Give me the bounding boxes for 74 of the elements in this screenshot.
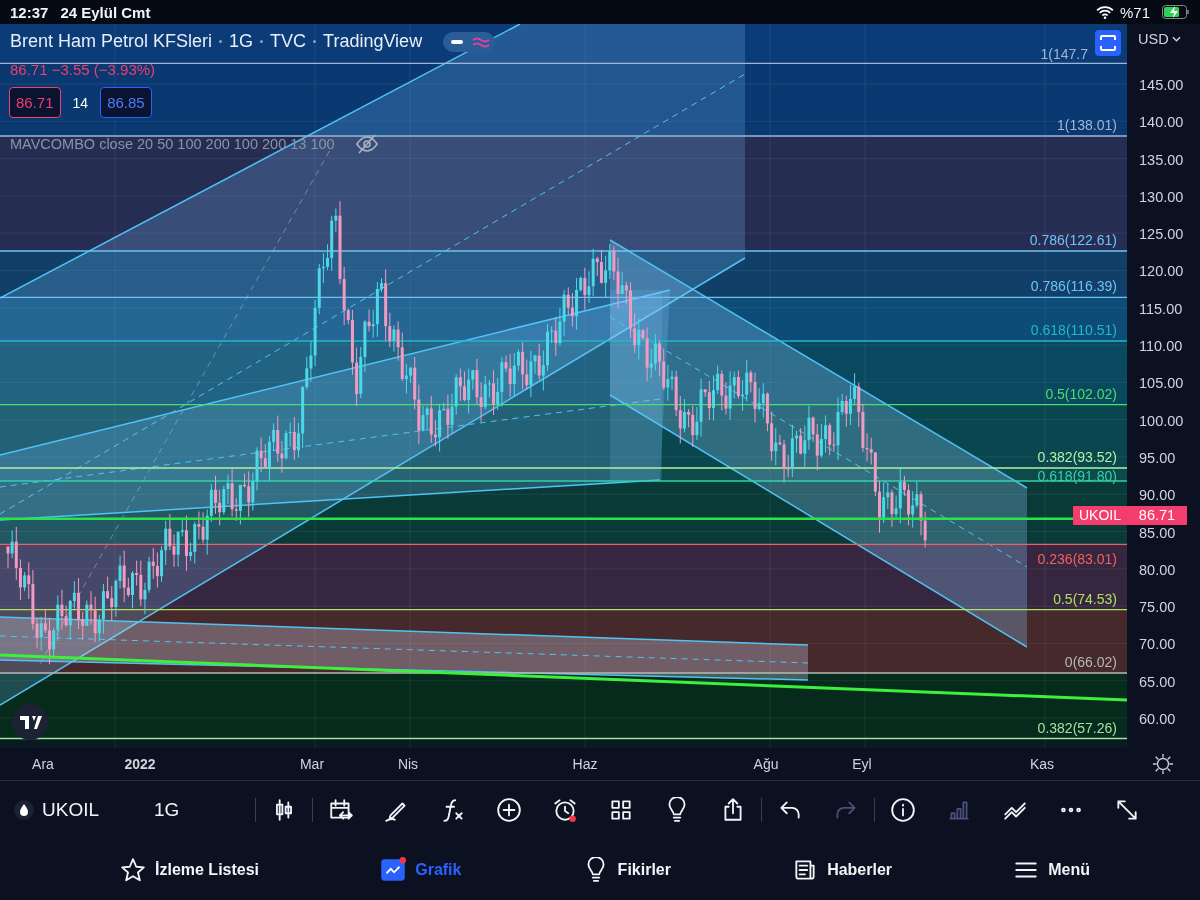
spread-value: 14	[72, 94, 89, 111]
grid-icon[interactable]	[608, 797, 634, 823]
status-time: 12:37	[10, 3, 49, 21]
chart-title: 1G	[229, 31, 254, 52]
price-tick: 70.00	[1139, 636, 1176, 653]
chart-icon	[380, 856, 407, 883]
interval-button[interactable]: 1G	[154, 799, 180, 821]
expand-icon[interactable]	[1114, 797, 1140, 823]
fullscreen-button[interactable]	[1095, 30, 1121, 56]
fib-label: 0.618(91.80)	[1037, 468, 1117, 484]
price-tick: 110.00	[1139, 338, 1183, 355]
nav-tab[interactable]: Grafik	[380, 856, 462, 883]
eye-icon[interactable]	[354, 132, 379, 156]
time-label: Kas	[1029, 756, 1055, 772]
alarm-clock-icon[interactable]	[552, 797, 578, 823]
fib-label: 1(147.7	[1040, 46, 1088, 63]
fib-label: 0.236(83.01)	[1037, 551, 1117, 568]
sell-price[interactable]: 86.71	[9, 87, 61, 118]
status-date: 24 Eylül Cmt	[60, 3, 151, 21]
fib-label: 0.786(122.61)	[1029, 232, 1117, 248]
time-label: Eyl	[852, 756, 872, 772]
plus-icon[interactable]	[496, 797, 522, 823]
price-tick: 95.00	[1139, 449, 1176, 466]
price-tick: 80.00	[1139, 561, 1176, 578]
price-tick: 145.00	[1139, 77, 1184, 93]
fib-label: 0(66.02)	[1064, 654, 1117, 670]
price-tick: 135.00	[1139, 151, 1184, 168]
price-tick: 105.00	[1139, 375, 1184, 392]
indicator-label: MAVCOMBO close 20 50 100 200 100 200 13 100	[10, 136, 335, 152]
nav-tab[interactable]: İzleme Listesi	[120, 856, 260, 883]
nav-tab[interactable]: Fikirler	[582, 856, 671, 883]
fib-label: 0.5(74.53)	[1053, 590, 1117, 607]
info-icon[interactable]	[890, 797, 916, 823]
nav-tab[interactable]: Haberler	[792, 856, 893, 883]
time-label: 2022	[124, 756, 156, 772]
chart-title: Brent Ham Petrol KFSleri	[10, 31, 213, 52]
calendar-icon[interactable]	[328, 797, 354, 823]
caret-icon	[1171, 36, 1181, 42]
price-tick: 140.00	[1139, 114, 1184, 131]
battery-percent: %71	[1119, 3, 1150, 21]
drop-icon	[14, 800, 34, 820]
fib-label: 0.382(93.52)	[1037, 449, 1117, 465]
star-icon	[120, 856, 146, 883]
fib-label: 1(138.01)	[1057, 117, 1117, 133]
price-tick: 115.00	[1139, 300, 1183, 317]
price-tick: 130.00	[1139, 188, 1184, 205]
logo-icon	[12, 704, 48, 740]
time-label: Nis	[397, 756, 419, 772]
time-label: Haz	[572, 756, 598, 772]
currency-dropdown[interactable]: USD	[1138, 31, 1181, 47]
price-tick: 75.00	[1139, 599, 1176, 616]
buy-price[interactable]: 86.85	[100, 87, 152, 118]
nav-tab[interactable]: Menü	[1013, 856, 1090, 883]
price-tick: 100.00	[1139, 412, 1184, 429]
price-tick: 60.00	[1139, 711, 1176, 727]
wifi-icon	[1095, 5, 1114, 19]
price-change: 86.71 −3.55 (−3.93%)	[10, 61, 156, 78]
price-tick: 125.00	[1139, 226, 1184, 243]
fib-label: 0.382(57.26)	[1037, 719, 1117, 736]
symbol-button[interactable]: UKOIL	[42, 799, 146, 821]
current-price: 86.71	[1127, 505, 1187, 525]
chart-title: TVC	[270, 31, 307, 52]
fib-label: 0.618(110.51)	[1030, 322, 1117, 338]
price-tick: 90.00	[1139, 487, 1176, 504]
price-tick: 120.00	[1139, 263, 1184, 280]
sun-icon[interactable]	[1152, 753, 1174, 775]
price-tick: 85.00	[1139, 524, 1176, 541]
price-tick: 65.00	[1139, 673, 1176, 690]
chart-title: TradingView	[323, 31, 423, 52]
time-label: Mar	[299, 756, 325, 772]
time-label: Ara	[32, 756, 54, 772]
time-label: Ağu	[753, 756, 779, 772]
fib-label: 0.5(102.02)	[1045, 385, 1117, 402]
fib-label: 0.786(116.39)	[1030, 278, 1117, 295]
